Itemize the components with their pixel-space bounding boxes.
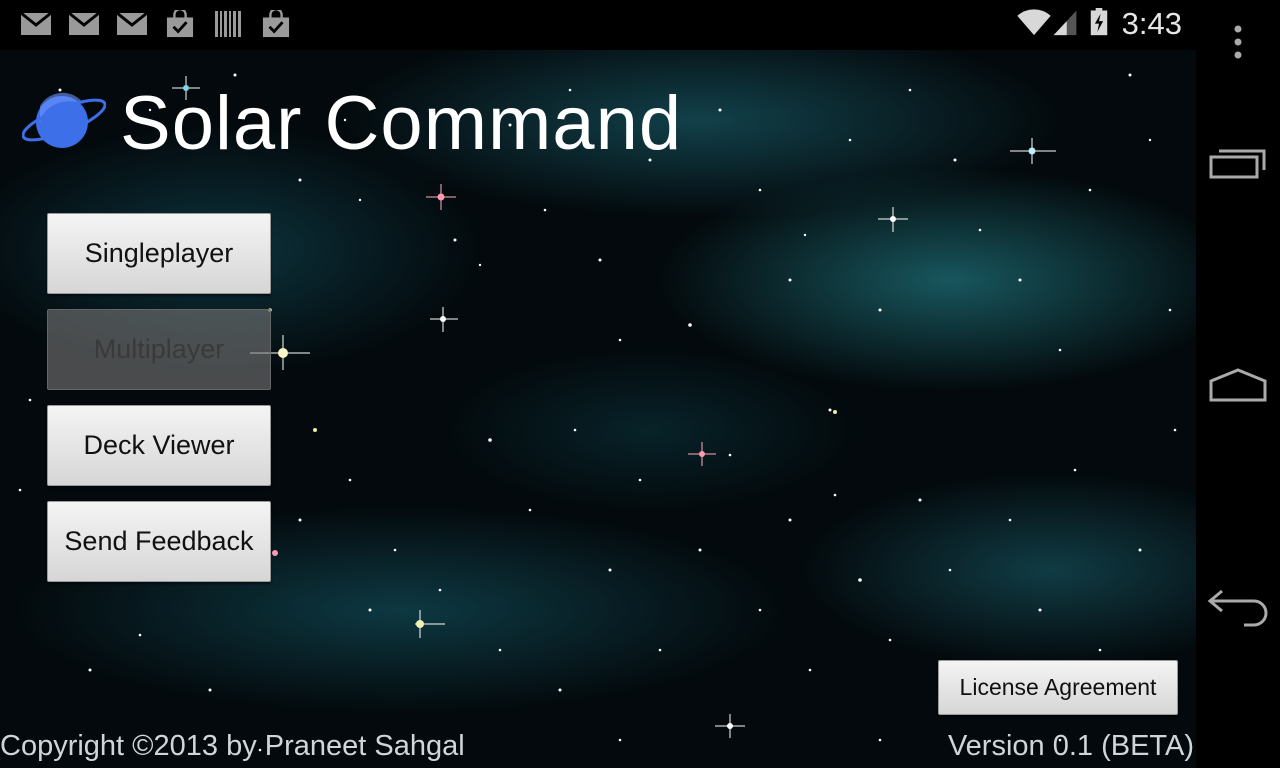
status-bar: 3:43: [0, 0, 1196, 50]
multiplayer-button[interactable]: Multiplayer: [47, 309, 271, 390]
app-screen: Solar Command Singleplayer Multiplayer D…: [0, 50, 1196, 768]
send-feedback-button[interactable]: Send Feedback: [47, 501, 271, 582]
store-icon: [166, 10, 194, 38]
version-text: Version 0.1 (BETA): [947, 730, 1194, 762]
recent-apps-button[interactable]: [1196, 138, 1280, 188]
home-icon: [1209, 368, 1267, 402]
barcode-icon: [215, 11, 241, 37]
gmail-icon: [20, 11, 52, 35]
status-clock: 3:43: [1121, 6, 1182, 41]
gmail-icon: [68, 11, 100, 35]
deck-viewer-button[interactable]: Deck Viewer: [47, 405, 271, 486]
copyright-text: Copyright ©2013 by Praneet Sahgal: [0, 730, 465, 762]
back-icon: [1207, 589, 1268, 627]
back-button[interactable]: [1196, 582, 1280, 632]
navigation-bar: [1196, 0, 1280, 768]
gmail-icon: [116, 11, 148, 35]
overflow-menu-button[interactable]: [1196, 22, 1280, 62]
overflow-menu-icon: [1234, 25, 1242, 59]
home-button[interactable]: [1196, 360, 1280, 410]
signal-icon: [1053, 10, 1077, 36]
recent-apps-icon: [1209, 149, 1266, 179]
battery-charging-icon: [1090, 8, 1108, 36]
singleplayer-button[interactable]: Singleplayer: [47, 213, 271, 294]
planet-logo-icon: [22, 92, 106, 148]
store-icon: [262, 10, 290, 38]
wifi-icon: [1017, 9, 1051, 36]
app-title: Solar Command: [120, 81, 683, 166]
license-agreement-button[interactable]: License Agreement: [938, 660, 1178, 715]
